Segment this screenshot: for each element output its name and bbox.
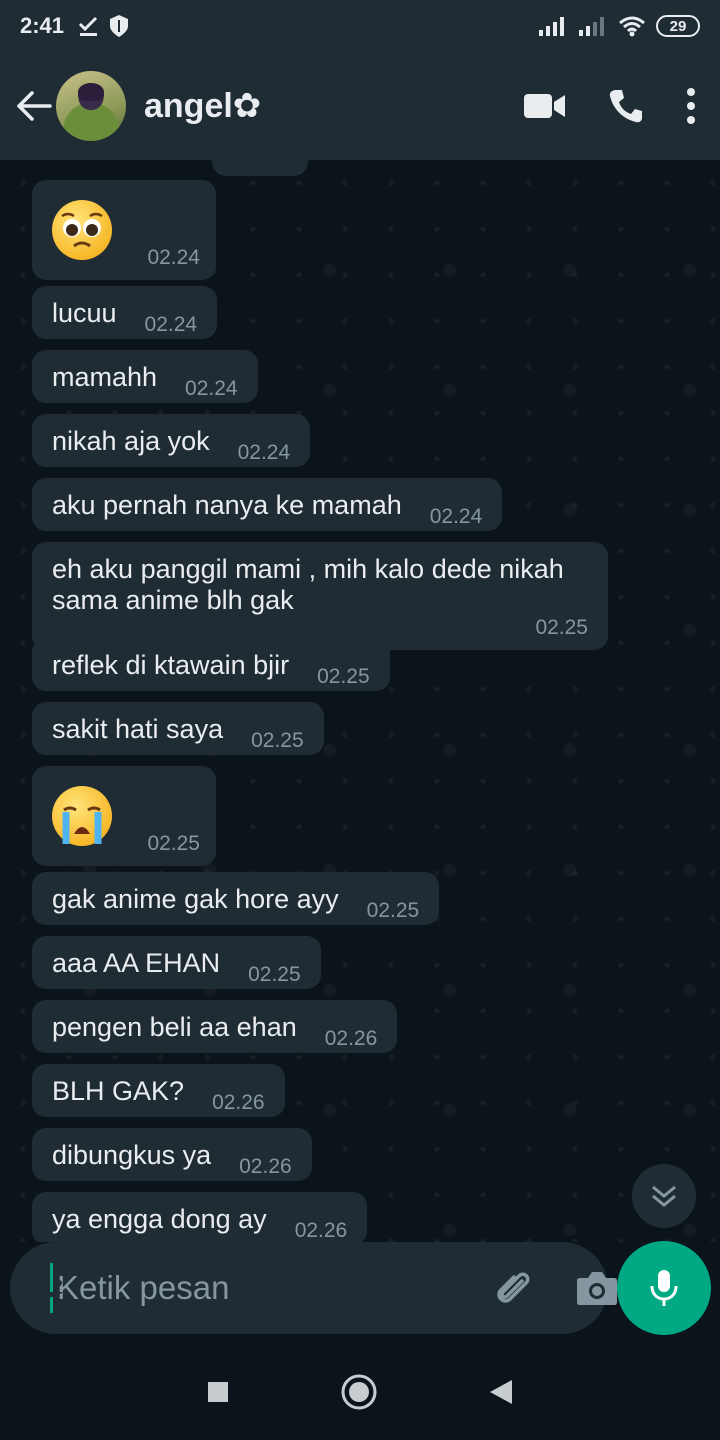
message-text: nikah aja yok bbox=[52, 426, 210, 456]
pleading-face-emoji-icon bbox=[52, 200, 112, 260]
message-time: 02.26 bbox=[324, 1027, 378, 1050]
composer-actions bbox=[492, 1267, 622, 1309]
checkmark-download-icon bbox=[78, 16, 98, 36]
message-text: ya engga dong ay bbox=[52, 1204, 267, 1234]
status-time: 2:41 bbox=[20, 13, 65, 38]
message-composer bbox=[10, 1242, 617, 1334]
signal-icon-2 bbox=[579, 17, 604, 36]
message-time: 02.26 bbox=[294, 1219, 348, 1242]
recents-square-icon[interactable] bbox=[206, 1380, 230, 1404]
shield-icon bbox=[110, 15, 129, 37]
message-text: lucuu bbox=[52, 298, 117, 328]
message-time: 02.25 bbox=[248, 963, 301, 986]
battery-level: 29 bbox=[669, 17, 687, 35]
status-bar: 2:41 29 bbox=[0, 0, 720, 52]
signal-icon bbox=[539, 17, 564, 36]
contact-avatar[interactable] bbox=[56, 71, 126, 141]
message-bubble-partial bbox=[212, 160, 308, 176]
message-text: gak anime gak hore ayy bbox=[52, 884, 339, 914]
scroll-to-bottom-button[interactable] bbox=[632, 1164, 696, 1228]
message-bubble[interactable]: eh aku panggil mami , mih kalo dede nika… bbox=[32, 542, 608, 650]
message-text: aku pernah nanya ke mamah bbox=[52, 490, 402, 520]
header-actions bbox=[524, 88, 706, 124]
message-time: 02.25 bbox=[535, 616, 588, 639]
message-time: 02.25 bbox=[366, 899, 420, 922]
double-chevron-down-icon bbox=[652, 1185, 676, 1207]
message-bubble[interactable]: mamahh 02.24 bbox=[32, 350, 258, 403]
message-text: pengen beli aa ehan bbox=[52, 1012, 297, 1042]
message-bubble[interactable]: dibungkus ya 02.26 bbox=[32, 1128, 312, 1181]
attachment-icon[interactable] bbox=[492, 1267, 534, 1309]
battery-indicator: 29 bbox=[656, 15, 700, 37]
message-time: 02.25 bbox=[147, 832, 200, 855]
voice-message-button[interactable] bbox=[617, 1241, 711, 1335]
more-options-icon[interactable] bbox=[686, 88, 696, 124]
smiley-icon bbox=[41, 1280, 63, 1297]
message-bubble[interactable]: BLH GAK? 02.26 bbox=[32, 1064, 285, 1117]
arrow-left-icon bbox=[17, 91, 52, 121]
message-time: 02.24 bbox=[185, 377, 238, 400]
video-call-icon[interactable] bbox=[524, 92, 566, 120]
message-text: reflek di ktawain bjir bbox=[52, 650, 290, 680]
message-time: 02.26 bbox=[212, 1091, 265, 1114]
message-time: 02.24 bbox=[237, 441, 291, 464]
message-bubble[interactable]: aku pernah nanya ke mamah 02.24 bbox=[32, 478, 503, 531]
message-time: 02.25 bbox=[317, 665, 370, 688]
message-bubble[interactable]: gak anime gak hore ayy 02.25 bbox=[32, 872, 440, 925]
message-bubble[interactable]: ya engga dong ay 02.26 bbox=[32, 1192, 368, 1242]
chat-header: angel✿ bbox=[0, 52, 720, 160]
message-bubble[interactable]: 02.25 bbox=[32, 766, 216, 866]
status-right-icons: 29 bbox=[538, 15, 700, 37]
message-text: mamahh bbox=[52, 362, 158, 392]
status-left-icons bbox=[78, 14, 130, 38]
message-list[interactable]: 02.24 lucuu 02.24 mamahh 02.24 nikah aja… bbox=[0, 160, 720, 1242]
message-time: 02.25 bbox=[251, 729, 304, 752]
message-bubble[interactable]: sakit hati saya 02.25 bbox=[32, 702, 324, 755]
home-circle-icon[interactable] bbox=[340, 1373, 378, 1411]
message-bubble[interactable]: 02.24 bbox=[32, 180, 216, 280]
message-bubble[interactable]: lucuu 02.24 bbox=[32, 286, 218, 339]
message-text: eh aku panggil mami , mih kalo dede nika… bbox=[52, 554, 564, 615]
message-time: 02.26 bbox=[239, 1155, 292, 1178]
system-navigation-bar bbox=[0, 1344, 720, 1440]
message-text: aaa AA EHAN bbox=[52, 948, 221, 978]
message-time: 02.24 bbox=[147, 246, 200, 269]
microphone-icon bbox=[650, 1270, 678, 1306]
camera-icon[interactable] bbox=[576, 1270, 618, 1306]
back-triangle-icon[interactable] bbox=[488, 1378, 514, 1406]
contact-name[interactable]: angel✿ bbox=[144, 86, 261, 126]
crying-face-emoji-icon bbox=[52, 786, 112, 846]
message-bubble[interactable]: reflek di ktawain bjir 02.25 bbox=[32, 638, 390, 691]
message-time: 02.24 bbox=[429, 505, 483, 528]
message-bubble[interactable]: pengen beli aa ehan 02.26 bbox=[32, 1000, 398, 1053]
message-time: 02.24 bbox=[144, 313, 198, 336]
message-input[interactable] bbox=[50, 1263, 482, 1313]
message-text: dibungkus ya bbox=[52, 1140, 212, 1170]
message-bubble[interactable]: nikah aja yok 02.24 bbox=[32, 414, 311, 467]
message-text: BLH GAK? bbox=[52, 1076, 185, 1106]
message-bubble[interactable]: aaa AA EHAN 02.25 bbox=[32, 936, 321, 989]
wifi-icon bbox=[619, 16, 645, 37]
back-button[interactable] bbox=[14, 86, 54, 126]
phone-call-icon[interactable] bbox=[608, 88, 644, 124]
message-text: sakit hati saya bbox=[52, 714, 224, 744]
